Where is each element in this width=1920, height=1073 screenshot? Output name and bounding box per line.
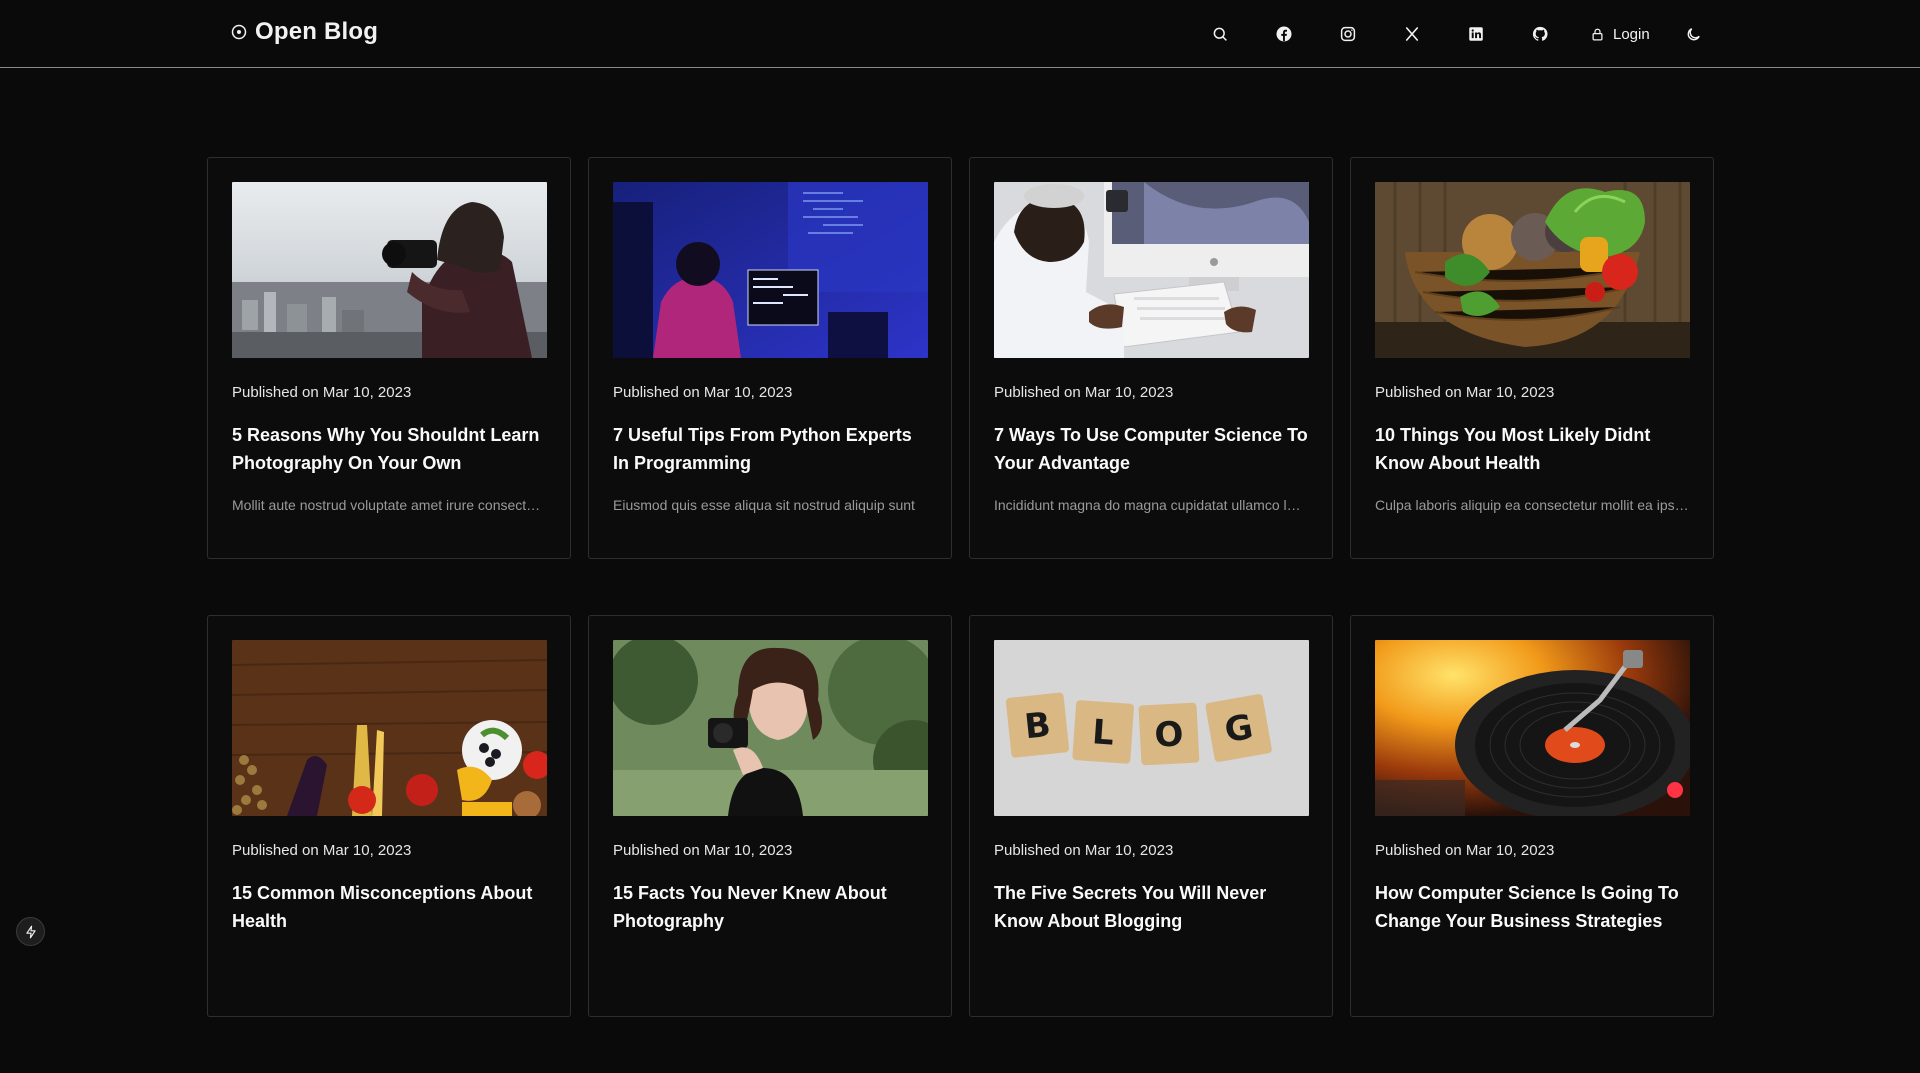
x-twitter-link[interactable] — [1392, 14, 1432, 54]
facebook-link[interactable] — [1264, 14, 1304, 54]
svg-text:L: L — [1091, 712, 1115, 753]
login-label: Login — [1613, 25, 1650, 43]
linkedin-icon — [1469, 27, 1483, 41]
photographer-image — [232, 182, 547, 358]
post-thumbnail-turntable — [1375, 640, 1690, 816]
computer-image — [994, 182, 1309, 358]
post-title[interactable]: 7 Useful Tips From Python Experts In Pro… — [613, 421, 927, 477]
post-title[interactable]: 7 Ways To Use Computer Science To Your A… — [994, 421, 1308, 477]
search-icon — [1213, 27, 1227, 41]
blog-tiles-image: B L O G — [994, 640, 1309, 816]
turntable-image — [1375, 640, 1690, 816]
brand-title: Open Blog — [255, 18, 379, 45]
food-image — [232, 640, 547, 816]
post-title[interactable]: 15 Facts You Never Knew About Photograph… — [613, 879, 927, 935]
post-title[interactable]: 15 Common Misconceptions About Health — [232, 879, 546, 935]
svg-text:B: B — [1023, 705, 1053, 747]
circle-dot-icon — [231, 24, 247, 40]
post-title[interactable]: How Computer Science Is Going To Change … — [1375, 879, 1689, 935]
post-card[interactable]: Published on Mar 10, 2023 10 Things You … — [1350, 157, 1714, 559]
post-title[interactable]: 5 Reasons Why You Shouldnt Learn Photogr… — [232, 421, 546, 477]
post-excerpt: Incididunt magna do magna cupidatat ulla… — [994, 497, 1308, 513]
x-twitter-icon — [1405, 27, 1419, 41]
post-date: Published on Mar 10, 2023 — [994, 384, 1174, 401]
post-card[interactable]: Published on Mar 10, 2023 7 Useful Tips … — [588, 157, 952, 559]
site-header: Open Blog Login — [0, 0, 1920, 68]
post-date: Published on Mar 10, 2023 — [1375, 842, 1555, 859]
brand-link[interactable]: Open Blog — [231, 18, 378, 46]
post-card[interactable]: Published on Mar 10, 2023 7 Ways To Use … — [969, 157, 1333, 559]
post-card[interactable]: Published on Mar 10, 2023 5 Reasons Why … — [207, 157, 571, 559]
lock-icon — [1592, 28, 1603, 40]
programmer-image — [613, 182, 928, 358]
instagram-link[interactable] — [1328, 14, 1368, 54]
floating-action-button[interactable] — [16, 917, 45, 946]
theme-toggle-button[interactable] — [1674, 14, 1714, 54]
header-nav: Login — [1200, 14, 1714, 54]
facebook-icon — [1276, 26, 1292, 42]
post-excerpt: Eiusmod quis esse aliqua sit nostrud ali… — [613, 497, 915, 513]
search-button[interactable] — [1200, 14, 1240, 54]
post-title[interactable]: 10 Things You Most Likely Didnt Know Abo… — [1375, 421, 1689, 477]
post-thumbnail-blog-tiles: B L O G — [994, 640, 1309, 816]
post-date: Published on Mar 10, 2023 — [232, 842, 412, 859]
post-card[interactable]: Published on Mar 10, 2023 15 Facts You N… — [588, 615, 952, 1017]
post-thumbnail-food — [232, 640, 547, 816]
post-excerpt: Culpa laboris aliquip ea consectetur mol… — [1375, 497, 1689, 513]
login-button[interactable]: Login — [1584, 14, 1656, 54]
svg-text:O: O — [1154, 714, 1185, 755]
post-excerpt: Mollit aute nostrud voluptate amet irure… — [232, 497, 546, 513]
portrait-image — [613, 640, 928, 816]
lightning-icon — [25, 925, 36, 938]
post-thumbnail-photographer — [232, 182, 547, 358]
linkedin-link[interactable] — [1456, 14, 1496, 54]
vegetables-image — [1375, 182, 1690, 358]
post-date: Published on Mar 10, 2023 — [994, 842, 1174, 859]
github-link[interactable] — [1520, 14, 1560, 54]
post-card[interactable]: Published on Mar 10, 2023 15 Common Misc… — [207, 615, 571, 1017]
github-icon — [1532, 26, 1548, 41]
post-date: Published on Mar 10, 2023 — [613, 842, 793, 859]
moon-icon — [1687, 27, 1701, 40]
post-row: Published on Mar 10, 2023 15 Common Misc… — [207, 615, 1714, 1017]
post-title[interactable]: The Five Secrets You Will Never Know Abo… — [994, 879, 1308, 935]
post-thumbnail-computer — [994, 182, 1309, 358]
instagram-icon — [1340, 26, 1356, 42]
post-grid: Published on Mar 10, 2023 5 Reasons Why … — [207, 157, 1714, 1073]
post-date: Published on Mar 10, 2023 — [232, 384, 412, 401]
post-date: Published on Mar 10, 2023 — [613, 384, 793, 401]
post-thumbnail-programmer — [613, 182, 928, 358]
post-card[interactable]: Published on Mar 10, 2023 How Computer S… — [1350, 615, 1714, 1017]
post-date: Published on Mar 10, 2023 — [1375, 384, 1555, 401]
post-thumbnail-portrait — [613, 640, 928, 816]
post-thumbnail-vegetables — [1375, 182, 1690, 358]
post-card[interactable]: B L O G Published on Mar 10, 2023 The Fi… — [969, 615, 1333, 1017]
post-row: Published on Mar 10, 2023 5 Reasons Why … — [207, 157, 1714, 559]
